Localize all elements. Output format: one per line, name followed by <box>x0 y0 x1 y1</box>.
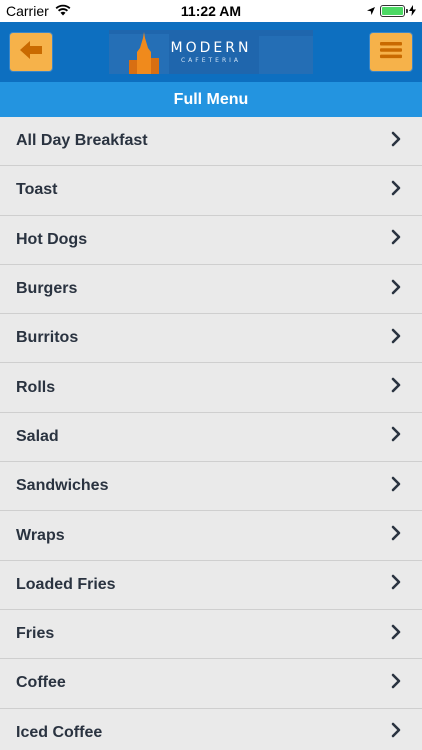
menu-button[interactable] <box>369 32 413 72</box>
menu-item-label: Salad <box>16 427 59 445</box>
wifi-icon <box>55 3 71 19</box>
menu-item-label: Sandwiches <box>16 477 109 495</box>
menu-item[interactable]: Hot Dogs <box>0 215 422 265</box>
menu-item[interactable]: Wraps <box>0 511 422 561</box>
menu-item-label: Burritos <box>16 329 79 347</box>
cafeteria-logo: MODERN CAFETERIA <box>109 30 313 74</box>
menu-item[interactable]: Loaded Fries <box>0 560 422 610</box>
chevron-right-icon <box>388 426 404 447</box>
chevron-right-icon <box>388 574 404 595</box>
chevron-right-icon <box>388 180 404 201</box>
menu-item-label: Iced Coffee <box>16 723 103 741</box>
status-left: Carrier <box>6 3 71 19</box>
carrier-label: Carrier <box>6 3 49 19</box>
chevron-right-icon <box>388 476 404 497</box>
menu-item[interactable]: Rolls <box>0 363 422 413</box>
menu-item[interactable]: Iced Coffee <box>0 708 422 750</box>
menu-item-label: Rolls <box>16 378 56 396</box>
menu-item[interactable]: Salad <box>0 412 422 463</box>
menu-item-label: Hot Dogs <box>16 230 88 248</box>
menu-item[interactable]: Sandwiches <box>0 462 422 512</box>
battery-icon <box>380 5 408 17</box>
chevron-right-icon <box>388 624 404 645</box>
menu-item-label: All Day Breakfast <box>16 132 148 150</box>
chevron-right-icon <box>388 279 404 300</box>
battery-level <box>382 7 403 15</box>
chevron-right-icon <box>388 229 404 250</box>
menu-item[interactable]: All Day Breakfast <box>0 117 422 167</box>
status-right <box>366 3 416 19</box>
chevron-right-icon <box>388 673 404 694</box>
logo-subtitle: CAFETERIA <box>180 56 242 64</box>
hamburger-menu-icon <box>379 40 403 65</box>
menu-item-label: Fries <box>16 625 55 643</box>
menu-item-label: Loaded Fries <box>16 575 116 593</box>
location-icon <box>366 3 376 19</box>
app-header: MODERN CAFETERIA <box>0 22 422 82</box>
chevron-right-icon <box>388 525 404 546</box>
menu-item[interactable]: Coffee <box>0 659 422 709</box>
chevron-right-icon <box>388 328 404 349</box>
back-button[interactable] <box>9 32 53 72</box>
logo-title: MODERN <box>170 39 252 56</box>
menu-item-label: Coffee <box>16 674 66 692</box>
chevron-right-icon <box>388 131 404 152</box>
chevron-right-icon <box>388 722 404 743</box>
menu-item-label: Toast <box>16 181 58 199</box>
status-bar: Carrier 11:22 AM <box>0 0 422 22</box>
menu-item-label: Wraps <box>16 526 65 544</box>
menu-item[interactable]: Burritos <box>0 314 422 364</box>
menu-item[interactable]: Toast <box>0 166 422 216</box>
menu-item-label: Burgers <box>16 280 78 298</box>
menu-list: All Day Breakfast Toast Hot Dogs Burgers Bur… <box>0 117 422 750</box>
menu-item[interactable]: Fries <box>0 609 422 660</box>
logo-text-block: MODERN CAFETERIA <box>171 41 252 64</box>
charging-icon <box>409 3 416 19</box>
page-title: Full Menu <box>0 82 422 117</box>
arrow-left-icon <box>19 40 43 65</box>
chevron-right-icon <box>388 377 404 398</box>
menu-item[interactable]: Burgers <box>0 264 422 315</box>
